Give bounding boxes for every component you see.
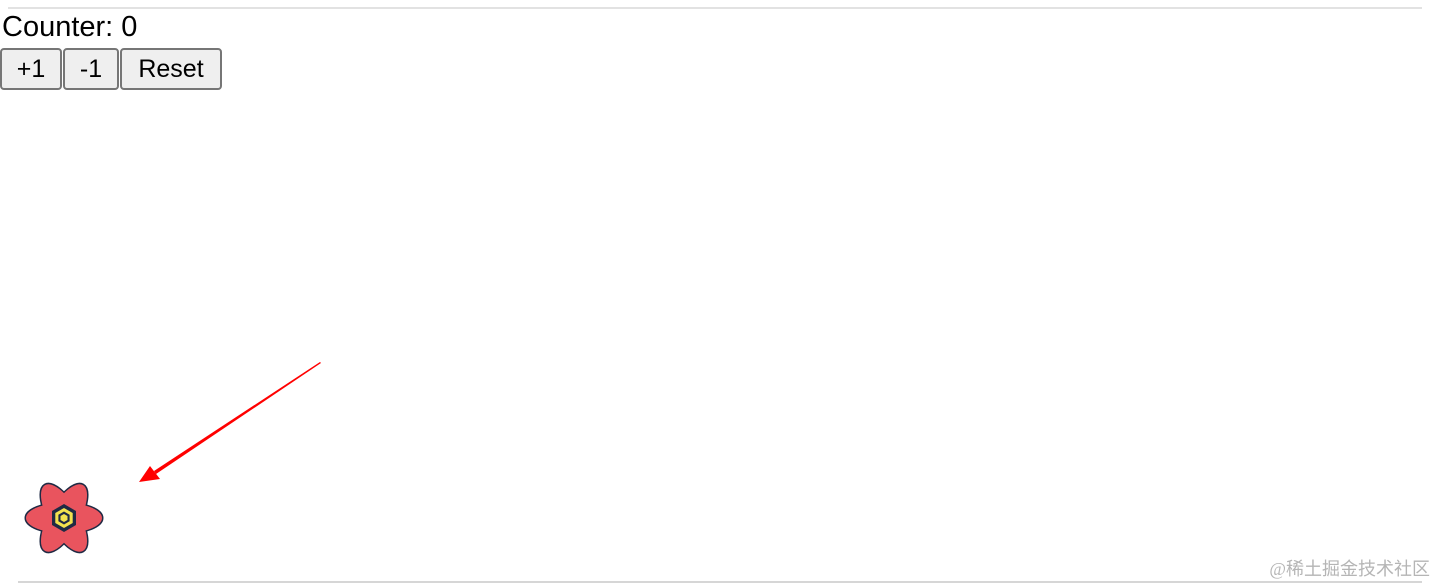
watermark-text: @稀土掘金技术社区 (1269, 559, 1430, 579)
annotation-arrow (139, 362, 321, 482)
counter-display: Counter: 0 (2, 11, 138, 43)
increment-button[interactable]: +1 (0, 48, 62, 90)
counter-controls: +1 -1 Reset (0, 48, 222, 90)
arrow-head (139, 466, 160, 482)
decrement-button[interactable]: -1 (63, 48, 119, 90)
arrow-shaft (154, 362, 321, 474)
top-divider (8, 7, 1422, 9)
react-atom-icon[interactable] (22, 478, 106, 558)
app-page: Counter: 0 +1 -1 Reset @稀土掘金技术社区 (0, 0, 1436, 586)
bottom-divider (18, 581, 1422, 583)
reset-button[interactable]: Reset (120, 48, 222, 90)
